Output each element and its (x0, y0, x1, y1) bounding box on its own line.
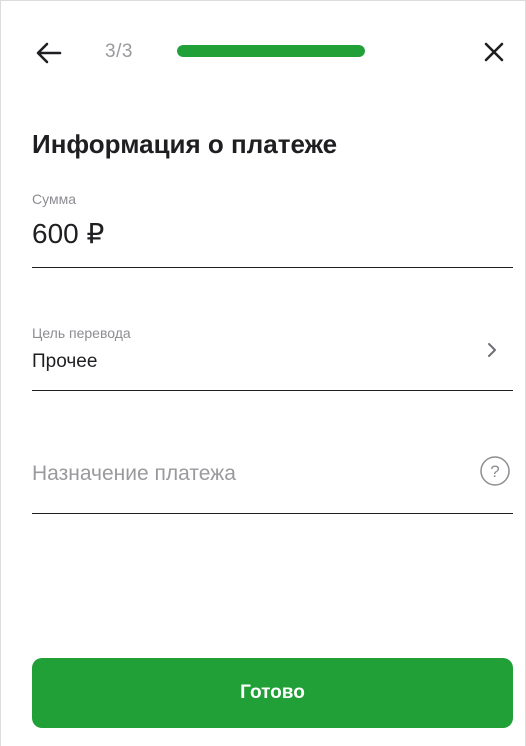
question-circle-icon[interactable]: ? (479, 455, 511, 487)
amount-field[interactable]: Сумма 600 ₽ (32, 189, 513, 268)
arrow-left-icon (36, 42, 62, 64)
amount-value[interactable]: 600 ₽ (32, 217, 104, 250)
svg-text:?: ? (490, 462, 499, 481)
progress-fill (177, 45, 365, 57)
payment-description-field[interactable]: ? (32, 447, 513, 514)
transfer-purpose-select[interactable]: Цель перевода Прочее (32, 323, 513, 391)
page-title: Информация о платеже (32, 129, 338, 159)
chevron-right-icon (488, 343, 496, 357)
close-button[interactable] (479, 37, 509, 67)
amount-label: Сумма (32, 191, 76, 207)
transfer-purpose-value: Прочее (32, 351, 98, 372)
payment-description-input[interactable] (32, 457, 452, 491)
step-counter: 3/3 (105, 41, 133, 62)
done-button[interactable]: Готово (32, 658, 513, 728)
progress-bar (177, 45, 365, 57)
transfer-purpose-label: Цель перевода (32, 325, 131, 341)
back-button[interactable] (31, 35, 67, 71)
payment-info-screen: 3/3 Информация о платеже Сумма 600 ₽ Цел… (0, 0, 526, 746)
top-bar: 3/3 (1, 1, 525, 101)
close-icon (484, 42, 504, 62)
